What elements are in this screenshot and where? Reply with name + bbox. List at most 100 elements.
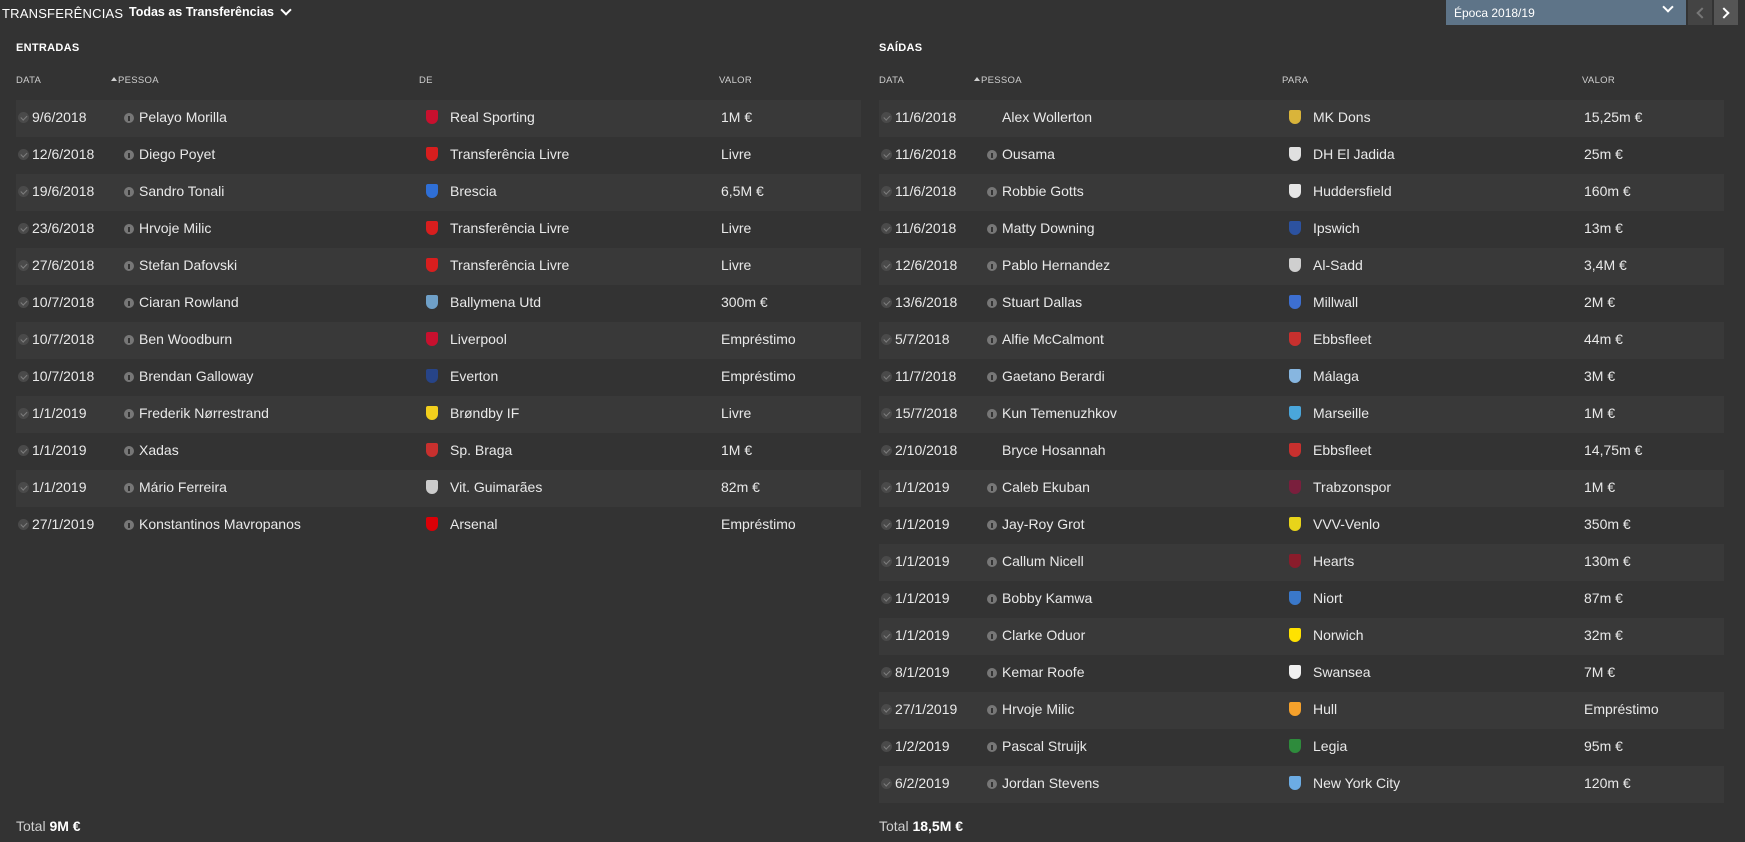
outgoing-header-club[interactable]: PARA <box>1282 75 1308 86</box>
club-name-link[interactable]: Arsenal <box>450 507 497 541</box>
outgoing-header-value[interactable]: VALOR <box>1582 75 1615 86</box>
player-name-link[interactable]: Sandro Tonali <box>139 174 224 208</box>
table-row[interactable]: 12/6/2018 Pablo Hernandez Al-Sadd 3,4M € <box>879 248 1724 285</box>
club-name-link[interactable]: Brescia <box>450 174 497 208</box>
player-name-link[interactable]: Jay-Roy Grot <box>1002 507 1084 541</box>
club-name-link[interactable]: Transferência Livre <box>450 248 569 282</box>
table-row[interactable]: 10/7/2018 Ciaran Rowland Ballymena Utd 300m… <box>16 285 861 322</box>
club-name-link[interactable]: New York City <box>1313 766 1400 800</box>
info-icon[interactable] <box>987 594 997 604</box>
incoming-header-person[interactable]: PESSOA <box>111 75 159 86</box>
player-name-link[interactable]: Clarke Oduor <box>1002 618 1085 652</box>
player-name-link[interactable]: Diego Poyet <box>139 137 215 171</box>
club-name-link[interactable]: Legia <box>1313 729 1347 763</box>
player-name-link[interactable]: Ciaran Rowland <box>139 285 239 319</box>
info-icon[interactable] <box>124 409 134 419</box>
table-row[interactable]: 1/1/2019 Xadas Sp. Braga 1M € <box>16 433 861 470</box>
table-row[interactable]: 1/1/2019 Callum Nicell Hearts 130m € <box>879 544 1724 581</box>
club-name-link[interactable]: Sp. Braga <box>450 433 512 467</box>
player-name-link[interactable]: Alfie McCalmont <box>1002 322 1104 356</box>
player-name-link[interactable]: Alex Wollerton <box>1002 100 1092 134</box>
table-row[interactable]: 11/7/2018 Gaetano Berardi Málaga 3M € <box>879 359 1724 396</box>
player-name-link[interactable]: Stuart Dallas <box>1002 285 1082 319</box>
club-name-link[interactable]: Norwich <box>1313 618 1364 652</box>
table-row[interactable]: 1/1/2019 Clarke Oduor Norwich 32m € <box>879 618 1724 655</box>
next-season-button[interactable] <box>1714 0 1738 25</box>
player-name-link[interactable]: Stefan Dafovski <box>139 248 237 282</box>
info-icon[interactable] <box>987 483 997 493</box>
player-name-link[interactable]: Xadas <box>139 433 179 467</box>
club-name-link[interactable]: Everton <box>450 359 498 393</box>
info-icon[interactable] <box>124 113 134 123</box>
table-row[interactable]: 12/6/2018 Diego Poyet Transferência Livre L… <box>16 137 861 174</box>
incoming-header-date[interactable]: DATA <box>16 75 41 86</box>
incoming-header-value[interactable]: VALOR <box>719 75 752 86</box>
outgoing-header-date[interactable]: DATA <box>879 75 904 86</box>
club-name-link[interactable]: Transferência Livre <box>450 211 569 245</box>
club-name-link[interactable]: Vit. Guimarães <box>450 470 542 504</box>
table-row[interactable]: 1/1/2019 Jay-Roy Grot VVV-Venlo 350m € <box>879 507 1724 544</box>
club-name-link[interactable]: Marseille <box>1313 396 1369 430</box>
table-row[interactable]: 27/1/2019 Hrvoje Milic Hull Empréstimo <box>879 692 1724 729</box>
table-row[interactable]: 11/6/2018 Matty Downing Ipswich 13m € <box>879 211 1724 248</box>
club-name-link[interactable]: Millwall <box>1313 285 1358 319</box>
table-row[interactable]: 11/6/2018 Robbie Gotts Huddersfield 160m € <box>879 174 1724 211</box>
info-icon[interactable] <box>987 150 997 160</box>
table-row[interactable]: 11/6/2018 Ousama DH El Jadida 25m € <box>879 137 1724 174</box>
club-name-link[interactable]: Swansea <box>1313 655 1371 689</box>
info-icon[interactable] <box>124 372 134 382</box>
info-icon[interactable] <box>124 483 134 493</box>
info-icon[interactable] <box>124 187 134 197</box>
info-icon[interactable] <box>124 446 134 456</box>
club-name-link[interactable]: DH El Jadida <box>1313 137 1395 171</box>
player-name-link[interactable]: Brendan Galloway <box>139 359 253 393</box>
table-row[interactable]: 6/2/2019 Jordan Stevens New York City 120m … <box>879 766 1724 803</box>
player-name-link[interactable]: Callum Nicell <box>1002 544 1084 578</box>
info-icon[interactable] <box>987 520 997 530</box>
table-row[interactable]: 19/6/2018 Sandro Tonali Brescia 6,5M € <box>16 174 861 211</box>
player-name-link[interactable]: Hrvoje Milic <box>1002 692 1074 726</box>
table-row[interactable]: 10/7/2018 Brendan Galloway Everton Emprésti… <box>16 359 861 396</box>
table-row[interactable]: 5/7/2018 Alfie McCalmont Ebbsfleet 44m € <box>879 322 1724 359</box>
player-name-link[interactable]: Kemar Roofe <box>1002 655 1084 689</box>
table-row[interactable]: 2/10/2018 Bryce Hosannah Ebbsfleet 14,75m € <box>879 433 1724 470</box>
player-name-link[interactable]: Ben Woodburn <box>139 322 232 356</box>
player-name-link[interactable]: Pascal Struijk <box>1002 729 1087 763</box>
player-name-link[interactable]: Bryce Hosannah <box>1002 433 1106 467</box>
table-row[interactable]: 1/1/2019 Caleb Ekuban Trabzonspor 1M € <box>879 470 1724 507</box>
table-row[interactable]: 1/1/2019 Frederik Nørrestrand Brøndby IF Li… <box>16 396 861 433</box>
club-name-link[interactable]: Ballymena Utd <box>450 285 541 319</box>
info-icon[interactable] <box>987 261 997 271</box>
club-name-link[interactable]: Al-Sadd <box>1313 248 1363 282</box>
club-name-link[interactable]: MK Dons <box>1313 100 1371 134</box>
table-row[interactable]: 27/1/2019 Konstantinos Mavropanos Arsenal E… <box>16 507 861 544</box>
info-icon[interactable] <box>987 705 997 715</box>
info-icon[interactable] <box>124 224 134 234</box>
table-row[interactable]: 11/6/2018 Alex Wollerton MK Dons 15,25m € <box>879 100 1724 137</box>
table-row[interactable]: 8/1/2019 Kemar Roofe Swansea 7M € <box>879 655 1724 692</box>
info-icon[interactable] <box>124 520 134 530</box>
player-name-link[interactable]: Bobby Kamwa <box>1002 581 1092 615</box>
info-icon[interactable] <box>124 150 134 160</box>
season-select[interactable]: Época 2018/19 <box>1446 0 1686 25</box>
table-row[interactable]: 27/6/2018 Stefan Dafovski Transferência Li… <box>16 248 861 285</box>
info-icon[interactable] <box>987 335 997 345</box>
table-row[interactable]: 1/2/2019 Pascal Struijk Legia 95m € <box>879 729 1724 766</box>
player-name-link[interactable]: Konstantinos Mavropanos <box>139 507 301 541</box>
club-name-link[interactable]: Hearts <box>1313 544 1354 578</box>
table-row[interactable]: 15/7/2018 Kun Temenuzhkov Marseille 1M € <box>879 396 1724 433</box>
club-name-link[interactable]: Málaga <box>1313 359 1359 393</box>
previous-season-button[interactable] <box>1688 0 1712 25</box>
club-name-link[interactable]: Brøndby IF <box>450 396 519 430</box>
player-name-link[interactable]: Caleb Ekuban <box>1002 470 1090 504</box>
info-icon[interactable] <box>124 298 134 308</box>
info-icon[interactable] <box>987 372 997 382</box>
info-icon[interactable] <box>987 742 997 752</box>
player-name-link[interactable]: Kun Temenuzhkov <box>1002 396 1117 430</box>
club-name-link[interactable]: Ebbsfleet <box>1313 322 1371 356</box>
player-name-link[interactable]: Mário Ferreira <box>139 470 227 504</box>
club-name-link[interactable]: VVV-Venlo <box>1313 507 1380 541</box>
table-row[interactable]: 1/1/2019 Bobby Kamwa Niort 87m € <box>879 581 1724 618</box>
player-name-link[interactable]: Gaetano Berardi <box>1002 359 1105 393</box>
club-name-link[interactable]: Liverpool <box>450 322 507 356</box>
